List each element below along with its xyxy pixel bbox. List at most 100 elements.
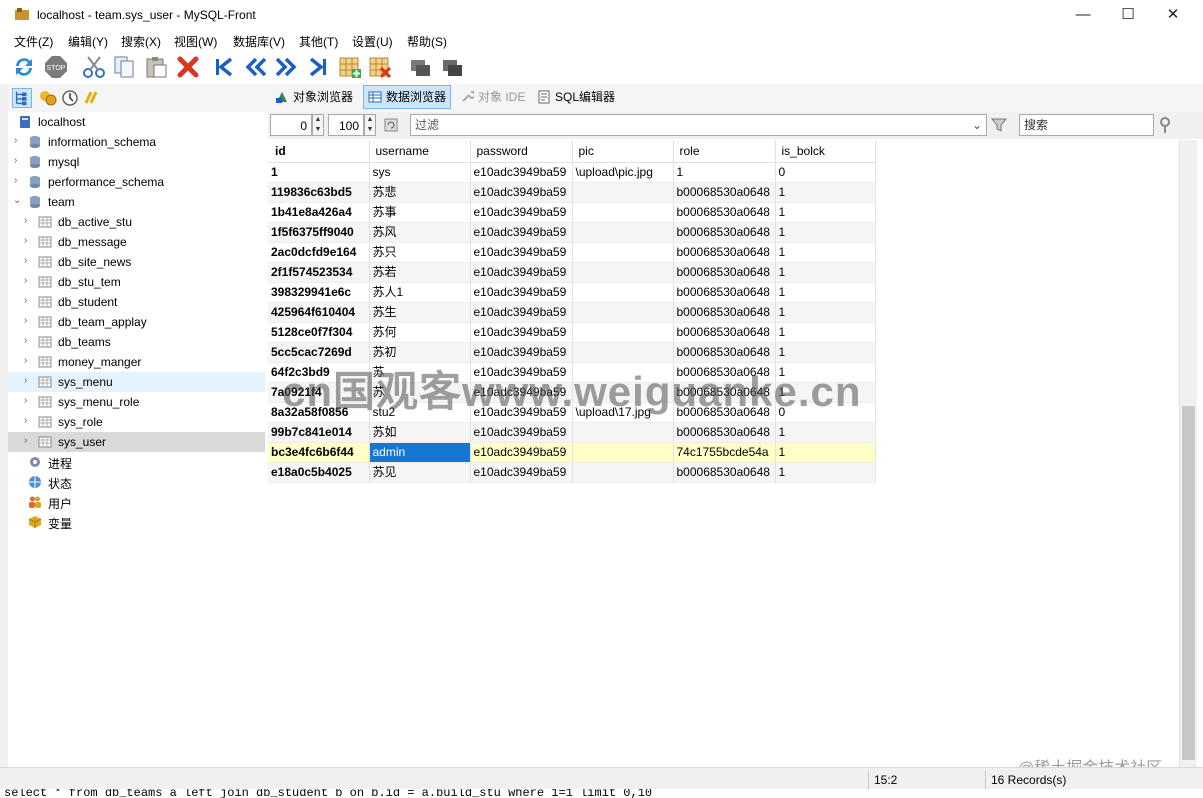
first-record-icon[interactable]	[212, 55, 236, 79]
insert-row-icon[interactable]	[338, 55, 362, 79]
grid-cell-password[interactable]: e10adc3949ba59	[470, 262, 573, 283]
find-icon[interactable]	[1158, 116, 1174, 134]
tree-item-table[interactable]: › db_message	[8, 232, 265, 252]
expand-arrow-icon[interactable]: ›	[24, 376, 32, 386]
grid-cell-is-bolck[interactable]: 1	[775, 442, 876, 463]
offset-spinner[interactable]: ▲ ▼	[312, 114, 324, 136]
grid-cell-username[interactable]: 苏事	[369, 202, 471, 223]
delete-row-icon[interactable]	[368, 55, 392, 79]
scrollbar-thumb[interactable]	[1182, 406, 1195, 760]
column-header-username[interactable]: username	[369, 140, 471, 163]
grid-cell-is-bolck[interactable]: 1	[775, 242, 876, 263]
grid-cell-pic[interactable]	[572, 282, 674, 303]
grid-cell-role[interactable]: b00068530a0648	[673, 202, 776, 223]
next-record-icon[interactable]	[274, 55, 298, 79]
offset-input[interactable]: 0	[270, 114, 312, 136]
limit-input[interactable]: 100	[328, 114, 364, 136]
table-row[interactable]: 1 sys e10adc3949ba59 \upload\pic.jpg 1 0	[268, 162, 876, 183]
grid-cell-pic[interactable]	[572, 182, 674, 203]
expand-arrow-icon[interactable]: ›	[14, 136, 22, 146]
grid-cell-username[interactable]: admin	[369, 442, 471, 463]
grid-cell-role[interactable]: b00068530a0648	[673, 422, 776, 443]
grid-cell-username[interactable]: 苏风	[369, 222, 471, 243]
grid-cell-password[interactable]: e10adc3949ba59	[470, 202, 573, 223]
last-record-icon[interactable]	[306, 55, 330, 79]
expand-arrow-icon[interactable]: ›	[24, 356, 32, 366]
tree-item-table[interactable]: › db_teams	[8, 332, 265, 352]
column-header-role[interactable]: role	[673, 140, 776, 163]
grid-cell-id[interactable]: bc3e4fc6b6f44	[268, 442, 370, 463]
tree-item-table[interactable]: › db_student	[8, 292, 265, 312]
expand-arrow-icon[interactable]: ›	[24, 316, 32, 326]
dropdown-arrow-icon[interactable]: ⌄	[972, 115, 982, 135]
expand-arrow-icon[interactable]: ›	[14, 176, 22, 186]
grid-cell-is-bolck[interactable]: 1	[775, 322, 876, 343]
grid-cell-username[interactable]: 苏何	[369, 322, 471, 343]
grid-cell-password[interactable]: e10adc3949ba59	[470, 282, 573, 303]
copy-icon[interactable]	[112, 55, 136, 79]
grid-cell-pic[interactable]	[572, 322, 674, 343]
grid-cell-pic[interactable]	[572, 302, 674, 323]
menu-search[interactable]: 搜索(X)	[121, 33, 161, 50]
grid-cell-id[interactable]: 425964f610404	[268, 302, 370, 323]
grid-cell-is-bolck[interactable]: 0	[775, 162, 876, 183]
tab-object-browser[interactable]: 对象浏览器	[271, 86, 357, 108]
grid-cell-password[interactable]: e10adc3949ba59	[470, 302, 573, 323]
tree-item-performance-schema[interactable]: › performance_schema	[8, 172, 265, 192]
refresh-icon[interactable]	[12, 55, 36, 79]
stop-icon[interactable]: STOP	[44, 55, 68, 79]
expand-arrow-icon[interactable]: ›	[24, 216, 32, 226]
grid-cell-id[interactable]: 119836c63bd5	[268, 182, 370, 203]
grid-cell-id[interactable]: 1	[268, 162, 370, 183]
grid-cell-pic[interactable]	[572, 202, 674, 223]
collapse-arrow-icon[interactable]: ⌄	[13, 196, 21, 206]
grid-cell-username[interactable]: 苏只	[369, 242, 471, 263]
expand-arrow-icon[interactable]: ›	[24, 236, 32, 246]
expand-arrow-icon[interactable]: ›	[24, 396, 32, 406]
expand-arrow-icon[interactable]: ›	[24, 416, 32, 426]
grid-cell-username[interactable]: sys	[369, 162, 471, 183]
grid-cell-is-bolck[interactable]: 1	[775, 202, 876, 223]
grid-cell-role[interactable]: b00068530a0648	[673, 242, 776, 263]
grid-cell-role[interactable]: b00068530a0648	[673, 222, 776, 243]
column-header-is-bolck[interactable]: is_bolck	[775, 140, 876, 163]
grid-cell-role[interactable]: b00068530a0648	[673, 182, 776, 203]
grid-cell-username[interactable]: 苏见	[369, 462, 471, 483]
grid-cell-id[interactable]: 2ac0dcfd9e164	[268, 242, 370, 263]
grid-cell-username[interactable]: 苏悲	[369, 182, 471, 203]
menu-file[interactable]: 文件(Z)	[14, 33, 53, 50]
grid-cell-username[interactable]: 苏若	[369, 262, 471, 283]
tree-item-table[interactable]: › db_team_applay	[8, 312, 265, 332]
funnel-icon[interactable]	[990, 116, 1008, 134]
grid-cell-role[interactable]: 74c1755bcde54a	[673, 442, 776, 463]
delete-icon[interactable]	[176, 55, 200, 79]
cut-icon[interactable]	[82, 55, 106, 79]
table-row[interactable]: 119836c63bd5 苏悲 e10adc3949ba59 b00068530a06…	[268, 182, 876, 203]
table-row[interactable]: 2f1f574523534 苏若 e10adc3949ba59 b00068530a0…	[268, 262, 876, 283]
maximize-button[interactable]: ☐	[1105, 0, 1151, 30]
history-icon[interactable]	[60, 88, 80, 108]
menu-edit[interactable]: 编辑(Y)	[68, 33, 108, 50]
expand-arrow-icon[interactable]: ›	[24, 256, 32, 266]
grid-cell-is-bolck[interactable]: 1	[775, 282, 876, 303]
tree-item-team[interactable]: ⌄ team	[8, 192, 265, 212]
grid-cell-is-bolck[interactable]: 1	[775, 302, 876, 323]
grid-cell-pic[interactable]	[572, 422, 674, 443]
tree-item-mysql[interactable]: › mysql	[8, 152, 265, 172]
grid-cell-password[interactable]: e10adc3949ba59	[470, 242, 573, 263]
tab-sql-editor[interactable]: SQL编辑器	[533, 86, 619, 108]
tree-item-table[interactable]: › sys_menu_role	[8, 392, 265, 412]
grid-cell-role[interactable]: b00068530a0648	[673, 302, 776, 323]
grid-cell-role[interactable]: b00068530a0648	[673, 282, 776, 303]
tree-item-information-schema[interactable]: › information_schema	[8, 132, 265, 152]
tree-item-table[interactable]: › sys_menu	[8, 372, 265, 392]
grid-cell-pic[interactable]	[572, 462, 674, 483]
grid-cell-is-bolck[interactable]: 1	[775, 422, 876, 443]
menu-help[interactable]: 帮助(S)	[407, 33, 447, 50]
grid-cell-role[interactable]: 1	[673, 162, 776, 183]
expand-arrow-icon[interactable]: ›	[24, 296, 32, 306]
paste-icon[interactable]	[144, 55, 168, 79]
tree-item-table[interactable]: › db_active_stu	[8, 212, 265, 232]
table-row[interactable]: 1b41e8a426a4 苏事 e10adc3949ba59 b00068530a06…	[268, 202, 876, 223]
grid-cell-pic[interactable]	[572, 262, 674, 283]
